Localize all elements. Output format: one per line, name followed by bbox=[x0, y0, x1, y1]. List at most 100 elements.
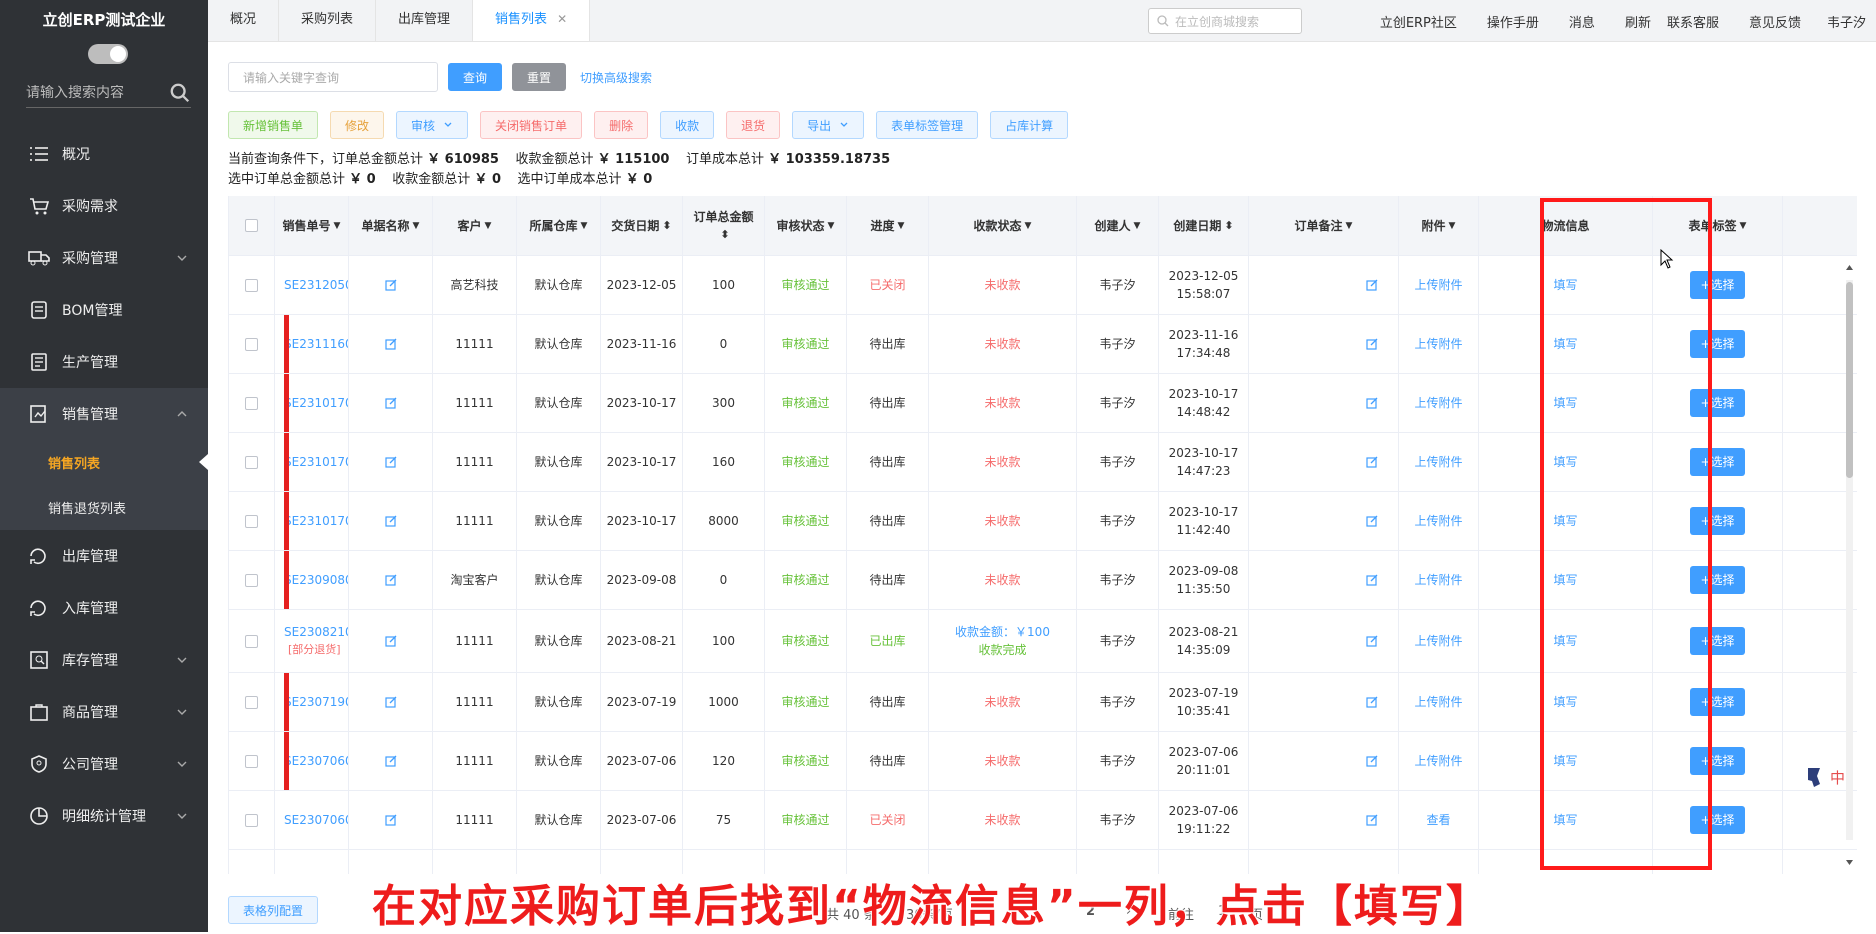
order-no-link[interactable]: SE230719000 bbox=[284, 693, 348, 711]
edit-icon[interactable] bbox=[1366, 696, 1378, 708]
column-header[interactable]: 附件 ▼ bbox=[1399, 196, 1479, 255]
sidebar-item-inventory[interactable]: 库存管理 bbox=[0, 634, 208, 686]
sidebar-item-bom[interactable]: BOM管理 bbox=[0, 284, 208, 336]
link-community[interactable]: 立创ERP社区 bbox=[1380, 12, 1457, 31]
attachment-link[interactable]: 上传附件 bbox=[1414, 453, 1462, 471]
column-header[interactable]: 创建日期 ⬍ bbox=[1159, 196, 1249, 255]
filter-icon[interactable]: ▼ bbox=[1134, 217, 1141, 235]
column-header[interactable]: 单据名称 ▼ bbox=[349, 196, 433, 255]
row-checkbox[interactable] bbox=[245, 278, 258, 292]
attachment-link[interactable]: 上传附件 bbox=[1414, 394, 1462, 412]
attachment-link[interactable]: 上传附件 bbox=[1414, 752, 1462, 770]
row-checkbox[interactable] bbox=[245, 337, 258, 351]
edit-icon[interactable] bbox=[1366, 755, 1378, 767]
edit-icon[interactable] bbox=[384, 456, 397, 468]
row-checkbox[interactable] bbox=[245, 695, 258, 709]
add-sales-order-button[interactable]: 新增销售单 bbox=[228, 111, 319, 139]
sidebar-item-sales[interactable]: 销售管理 bbox=[0, 388, 208, 440]
column-header[interactable]: 订单总金额 ⬍ bbox=[683, 196, 765, 255]
review-dropdown-button[interactable]: 审核 bbox=[396, 111, 469, 139]
sidebar-search-input[interactable] bbox=[26, 84, 156, 101]
edit-icon[interactable] bbox=[384, 814, 397, 826]
sidebar-item-goods[interactable]: 商品管理 bbox=[0, 686, 208, 738]
filter-icon[interactable]: ▼ bbox=[485, 217, 492, 235]
column-config-button[interactable]: 表格列配置 bbox=[228, 896, 319, 924]
row-checkbox[interactable] bbox=[245, 514, 258, 528]
edit-icon[interactable] bbox=[384, 755, 397, 767]
column-header[interactable]: 客户 ▼ bbox=[433, 196, 517, 255]
tab-sales-list[interactable]: 销售列表 ✕ bbox=[473, 0, 591, 41]
select-all-checkbox[interactable] bbox=[245, 219, 258, 232]
delete-button[interactable]: 删除 bbox=[594, 111, 649, 139]
row-checkbox[interactable] bbox=[245, 813, 258, 827]
sidebar-item-inbound[interactable]: 入库管理 bbox=[0, 582, 208, 634]
edit-icon[interactable] bbox=[1366, 397, 1378, 409]
tab-outbound[interactable]: 出库管理 bbox=[376, 0, 474, 41]
column-header[interactable]: 收款状态 ▼ bbox=[929, 196, 1077, 255]
sidebar-item-purchase-manage[interactable]: 采购管理 bbox=[0, 232, 208, 284]
tag-manage-button[interactable]: 表单标签管理 bbox=[876, 111, 979, 139]
column-header[interactable]: 订单备注 ▼ bbox=[1249, 196, 1399, 255]
attachment-link[interactable]: 上传附件 bbox=[1414, 512, 1462, 530]
edit-icon[interactable] bbox=[384, 574, 397, 586]
attachment-link[interactable]: 上传附件 bbox=[1414, 632, 1462, 650]
row-checkbox[interactable] bbox=[245, 634, 258, 648]
scroll-up-icon[interactable] bbox=[1845, 262, 1854, 272]
order-no-link[interactable]: SE230908000 bbox=[284, 571, 348, 589]
order-no-link[interactable]: SE230706000 bbox=[284, 811, 348, 829]
user-name[interactable]: 韦子汐 bbox=[1827, 12, 1866, 31]
link-messages[interactable]: 消息 bbox=[1569, 12, 1595, 31]
edit-icon[interactable] bbox=[1366, 635, 1378, 647]
column-header[interactable]: 进度 ▼ bbox=[847, 196, 929, 255]
header-select-all[interactable] bbox=[229, 196, 275, 255]
column-header[interactable]: 销售单号 ▼ bbox=[275, 196, 349, 255]
sort-icon[interactable]: ⬍ bbox=[662, 217, 671, 235]
filter-icon[interactable]: ▼ bbox=[1740, 217, 1747, 235]
column-header[interactable]: 所属仓库 ▼ bbox=[517, 196, 601, 255]
sidebar-item-purchase-demand[interactable]: 采购需求 bbox=[0, 180, 208, 232]
floating-assistant[interactable]: 中 bbox=[1806, 766, 1845, 788]
filter-icon[interactable]: ▼ bbox=[581, 217, 588, 235]
reset-button[interactable]: 重置 bbox=[512, 63, 567, 91]
row-checkbox[interactable] bbox=[245, 396, 258, 410]
sidebar-item-stats[interactable]: 明细统计管理 bbox=[0, 790, 208, 842]
edit-icon[interactable] bbox=[384, 338, 397, 350]
attachment-link[interactable]: 上传附件 bbox=[1414, 693, 1462, 711]
link-manual[interactable]: 操作手册 bbox=[1487, 12, 1539, 31]
attachment-link[interactable]: 上传附件 bbox=[1414, 571, 1462, 589]
sidebar-subitem-sales-return-list[interactable]: 销售退货列表 bbox=[0, 485, 208, 530]
edit-icon[interactable] bbox=[1366, 814, 1378, 826]
order-no-link[interactable]: SE231116000 bbox=[284, 335, 348, 353]
close-order-button[interactable]: 关闭销售订单 bbox=[480, 111, 583, 139]
scroll-down-icon[interactable] bbox=[1845, 858, 1854, 868]
keyword-input[interactable]: 请输入关键字查询 bbox=[228, 62, 438, 92]
filter-icon[interactable]: ▼ bbox=[828, 217, 835, 235]
edit-button[interactable]: 修改 bbox=[330, 111, 385, 139]
sidebar-item-outbound[interactable]: 出库管理 bbox=[0, 530, 208, 582]
link-feedback[interactable]: 意见反馈 bbox=[1749, 12, 1801, 31]
attachment-link[interactable]: 上传附件 bbox=[1414, 276, 1462, 294]
advanced-search-link[interactable]: 切换高级搜索 bbox=[580, 69, 652, 86]
edit-icon[interactable] bbox=[384, 515, 397, 527]
export-dropdown-button[interactable]: 导出 bbox=[792, 111, 865, 139]
order-no-link[interactable]: SE231017000 bbox=[284, 512, 348, 530]
order-no-link[interactable]: SE230821000 bbox=[284, 623, 348, 641]
filter-icon[interactable]: ▼ bbox=[1346, 217, 1353, 235]
filter-icon[interactable]: ▼ bbox=[413, 217, 420, 235]
column-header[interactable]: 创建人 ▼ bbox=[1077, 196, 1159, 255]
column-header[interactable]: 交货日期 ⬍ bbox=[601, 196, 683, 255]
sort-icon[interactable]: ⬍ bbox=[720, 226, 729, 244]
order-no-link[interactable]: SE231017000 bbox=[284, 394, 348, 412]
tab-overview[interactable]: 概况 bbox=[208, 0, 280, 41]
edit-icon[interactable] bbox=[1366, 338, 1378, 350]
order-no-link[interactable]: SE230706000 bbox=[284, 752, 348, 770]
row-checkbox[interactable] bbox=[245, 573, 258, 587]
receive-button[interactable]: 收款 bbox=[660, 111, 715, 139]
theme-toggle[interactable] bbox=[88, 44, 128, 64]
return-button[interactable]: 退货 bbox=[726, 111, 781, 139]
mall-search-input[interactable]: 在立创商城搜索 bbox=[1148, 8, 1302, 34]
edit-icon[interactable] bbox=[1366, 574, 1378, 586]
order-no-link[interactable]: SE231017000 bbox=[284, 453, 348, 471]
row-checkbox[interactable] bbox=[245, 754, 258, 768]
edit-icon[interactable] bbox=[384, 635, 397, 647]
